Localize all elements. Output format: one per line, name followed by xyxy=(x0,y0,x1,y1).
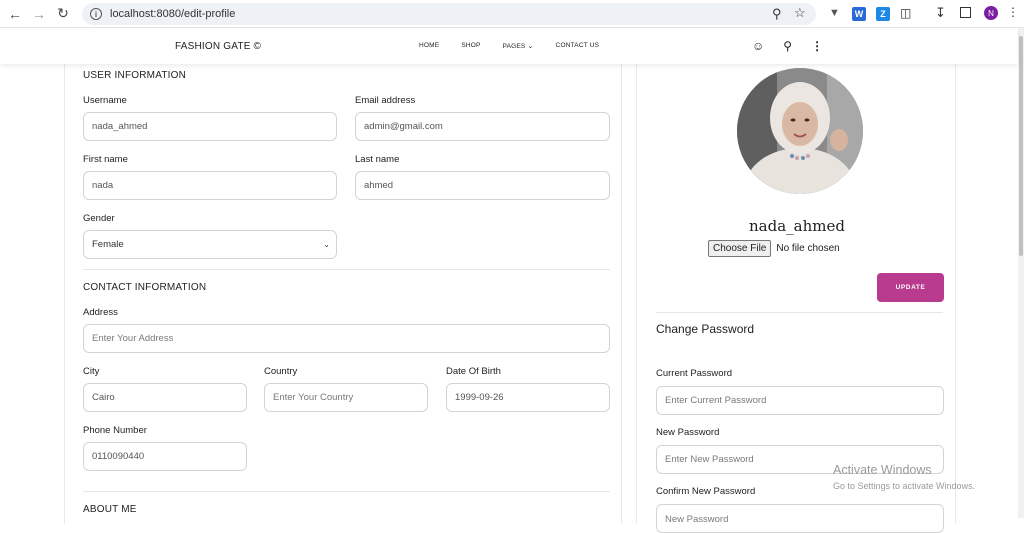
new-password-label: New Password xyxy=(656,427,720,438)
lastname-label: Last name xyxy=(355,154,400,165)
nav-pages[interactable]: PAGES ⌄ xyxy=(503,42,534,50)
chevron-down-icon: ⌄ xyxy=(527,43,534,50)
browser-toolbar: ← → ↻ i localhost:8080/edit-profile ⚲ ☆ … xyxy=(0,0,1024,28)
country-label: Country xyxy=(264,366,298,377)
activate-windows-subtitle: Go to Settings to activate Windows. xyxy=(833,481,976,491)
forward-icon[interactable]: → xyxy=(27,2,51,26)
nav-contact[interactable]: CONTACT US xyxy=(556,42,600,50)
file-upload: Choose File No file chosen xyxy=(708,240,840,257)
username-label: Username xyxy=(83,95,127,106)
main-nav: HOME SHOP PAGES ⌄ CONTACT US xyxy=(419,42,621,50)
site-info-icon[interactable]: i xyxy=(90,8,102,20)
user-info-title: USER INFORMATION xyxy=(83,70,187,81)
bookmark-star-icon[interactable]: ☆ xyxy=(794,5,806,21)
phone-input[interactable]: 0110090440 xyxy=(83,442,247,471)
dob-label: Date Of Birth xyxy=(446,366,501,377)
city-input[interactable]: Cairo xyxy=(83,383,247,412)
confirm-password-label: Confirm New Password xyxy=(656,486,756,497)
page-scrollbar[interactable] xyxy=(1018,28,1024,518)
profile-name: nada_ahmed xyxy=(749,217,845,235)
phone-label: Phone Number xyxy=(83,425,147,436)
firstname-input[interactable]: nada xyxy=(83,171,337,200)
address-bar[interactable]: i localhost:8080/edit-profile ⚲ ☆ xyxy=(82,3,816,25)
side-panel-icon[interactable] xyxy=(960,7,971,18)
address-label: Address xyxy=(83,307,118,318)
choose-file-button[interactable]: Choose File xyxy=(708,240,772,257)
change-password-title: Change Password xyxy=(656,322,755,336)
extensions-puzzle-icon[interactable]: ◫ xyxy=(900,6,911,20)
profile-avatar[interactable]: N xyxy=(984,6,998,20)
back-icon[interactable]: ← xyxy=(3,2,27,26)
gender-select[interactable]: Female ⌄ xyxy=(83,230,337,259)
profile-side-panel: nada_ahmed Choose File No file chosen UP… xyxy=(636,64,956,533)
confirm-password-input[interactable]: New Password xyxy=(656,504,944,533)
firstname-label: First name xyxy=(83,154,128,165)
site-header: FASHION GATE © HOME SHOP PAGES ⌄ CONTACT … xyxy=(0,28,1018,64)
header-icons: ☺ ⚲ ⋮ xyxy=(752,39,823,53)
current-password-input[interactable]: Enter Current Password xyxy=(656,386,944,415)
email-input[interactable]: admin@gmail.com xyxy=(355,112,610,141)
extension-doc-icon[interactable]: W xyxy=(852,7,866,21)
activate-windows-title: Activate Windows xyxy=(833,463,932,477)
profile-photo xyxy=(737,68,863,194)
section-divider xyxy=(83,491,610,492)
chevron-down-icon: ⌄ xyxy=(323,240,330,249)
search-icon[interactable]: ⚲ xyxy=(783,39,792,53)
current-password-label: Current Password xyxy=(656,368,733,379)
dob-input[interactable]: 1999-09-26 xyxy=(446,383,610,412)
url-text: localhost:8080/edit-profile xyxy=(110,8,236,20)
profile-form-panel: USER INFORMATION Username nada_ahmed Ema… xyxy=(64,64,622,524)
gender-value: Female xyxy=(92,239,124,250)
more-vertical-icon[interactable]: ⋮ xyxy=(811,39,823,53)
about-title: ABOUT ME xyxy=(83,504,137,515)
extension-v-icon[interactable]: ▼ xyxy=(829,7,840,19)
no-file-text: No file chosen xyxy=(776,243,840,254)
update-button[interactable]: UPDATE xyxy=(877,273,944,302)
extension-z-icon[interactable]: Z xyxy=(876,7,890,21)
nav-home[interactable]: HOME xyxy=(419,42,439,50)
brand-logo[interactable]: FASHION GATE © xyxy=(175,41,261,52)
section-divider xyxy=(656,312,943,313)
email-label: Email address xyxy=(355,95,416,106)
lastname-input[interactable]: ahmed xyxy=(355,171,610,200)
nav-shop[interactable]: SHOP xyxy=(461,42,480,50)
profile-photo-image xyxy=(737,68,863,194)
gender-label: Gender xyxy=(83,213,115,224)
scrollbar-thumb[interactable] xyxy=(1019,36,1023,256)
zoom-icon[interactable]: ⚲ xyxy=(772,6,782,22)
city-label: City xyxy=(83,366,100,377)
download-icon[interactable]: ↧ xyxy=(935,5,946,21)
country-input[interactable]: Enter Your Country xyxy=(264,383,428,412)
address-input[interactable]: Enter Your Address xyxy=(83,324,610,353)
contact-info-title: CONTACT INFORMATION xyxy=(83,282,207,293)
browser-menu-icon[interactable]: ⋮ xyxy=(1007,5,1019,19)
nav-pages-label: PAGES xyxy=(502,43,526,50)
username-input[interactable]: nada_ahmed xyxy=(83,112,337,141)
user-icon[interactable]: ☺ xyxy=(752,39,764,53)
reload-icon[interactable]: ↻ xyxy=(51,2,75,26)
section-divider xyxy=(83,269,610,270)
